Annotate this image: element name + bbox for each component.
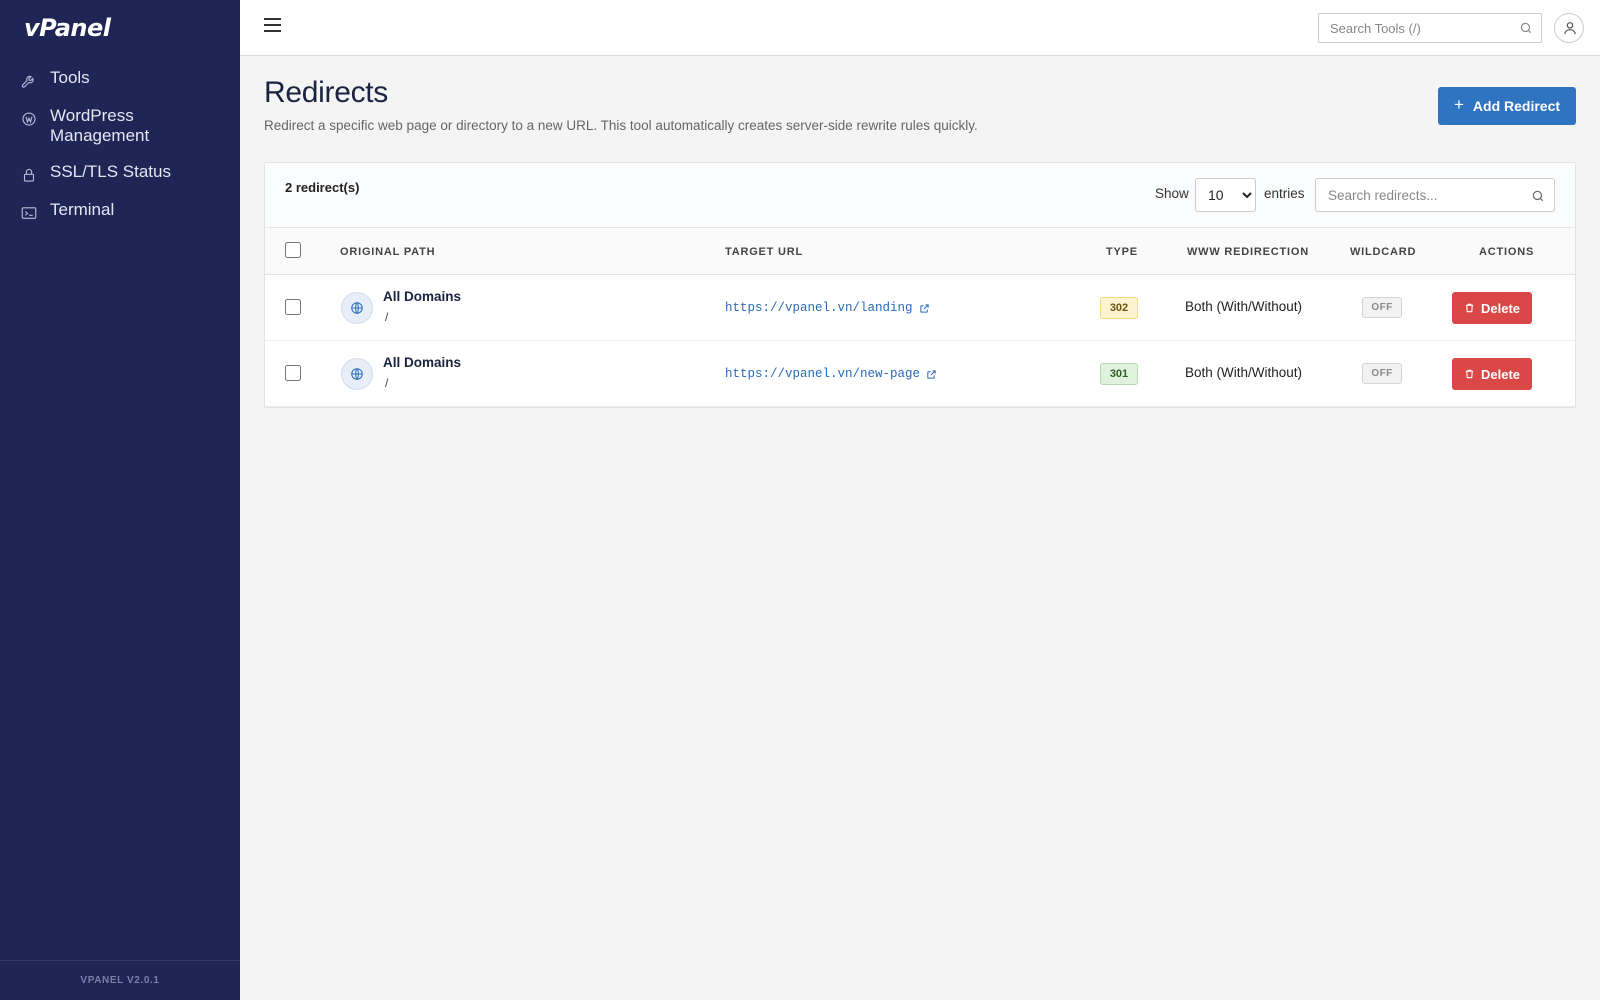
user-icon [1564,22,1576,35]
www-redirection-value: Both (With/Without) [1185,365,1303,380]
select-all-checkbox[interactable] [285,242,301,258]
page-title: Redirects [264,76,389,109]
row-path: / [385,376,389,390]
col-www-redirection: WWW REDIRECTION [1187,246,1309,258]
delete-label: Delete [1480,366,1521,382]
col-wildcard: WILDCARD [1350,246,1417,258]
trash-icon [1465,303,1474,313]
vpanel-logo[interactable]: vPanel [24,14,111,42]
wildcard-badge: OFF [1362,363,1402,384]
entries-select[interactable]: 10 [1195,178,1256,212]
table-row: All Domains / https://vpanel.vn/landing … [265,275,1575,341]
delete-label: Delete [1480,300,1521,316]
lock-icon [20,166,38,184]
target-url-text: https://vpanel.vn/new-page [725,367,921,381]
col-actions: ACTIONS [1479,246,1535,258]
version-label: VPANEL V2.0.1 [0,960,240,1000]
card-header: 2 redirect(s) Show 10 entries [265,163,1575,228]
page-description: Redirect a specific web page or director… [264,118,978,133]
delete-button[interactable]: Delete [1452,358,1532,390]
target-url-link[interactable]: https://vpanel.vn/new-page [725,367,937,381]
plus-icon: + [1453,95,1464,114]
www-redirection-value: Both (With/Without) [1185,299,1303,314]
tool-search-input[interactable] [1319,14,1509,42]
delete-button[interactable]: Delete [1452,292,1532,324]
redirect-count: 2 redirect(s) [285,180,360,195]
type-badge: 302 [1100,297,1138,319]
target-url-text: https://vpanel.vn/landing [725,301,913,315]
sidebar-item-ssl-tls-status[interactable]: SSL/TLS Status [0,158,240,188]
topbar [240,0,1600,56]
row-domain: All Domains [383,289,462,304]
row-checkbox[interactable] [285,365,301,381]
entries-label: entries [1264,186,1305,201]
sidebar-item-tools[interactable]: Tools [0,64,240,94]
sidebar-item-label: SSL/TLS Status [50,162,171,181]
sidebar: vPanel Tools WordPress Management SSL/TL… [0,0,240,1000]
table-header: ORIGINAL PATH TARGET URL TYPE WWW REDIRE… [265,228,1575,275]
show-label: Show [1155,186,1189,201]
redirect-search-box [1315,178,1555,212]
wordpress-icon [20,110,38,128]
col-original-path: ORIGINAL PATH [340,246,436,258]
type-badge: 301 [1100,363,1138,385]
add-redirect-label: Add Redirect [1472,98,1561,114]
add-redirect-button[interactable]: + Add Redirect [1438,87,1576,125]
globe-icon [341,292,373,324]
terminal-icon [20,204,38,222]
tool-search-box [1318,13,1542,43]
user-menu-button[interactable] [1554,13,1584,43]
sidebar-item-label: Terminal [50,200,115,219]
external-link-icon [927,369,936,379]
redirect-search-input[interactable] [1316,179,1516,211]
table-row: All Domains / https://vpanel.vn/new-page… [265,341,1575,407]
target-url-link[interactable]: https://vpanel.vn/landing [725,301,930,315]
sidebar-item-terminal[interactable]: Terminal [0,196,240,226]
wrench-icon [20,72,38,90]
search-icon[interactable] [1519,21,1533,35]
menu-toggle-icon[interactable] [264,18,282,36]
sidebar-item-label: WordPress Management [50,106,150,145]
row-domain: All Domains [383,355,462,370]
row-path: / [385,310,389,324]
globe-icon [341,358,373,390]
redirects-card: 2 redirect(s) Show 10 entries ORIGINAL P… [264,162,1576,408]
sidebar-item-wordpress-management[interactable]: WordPress Management [0,102,240,150]
search-icon[interactable] [1531,189,1545,203]
trash-icon [1465,369,1474,379]
external-link-icon [919,303,929,313]
col-target-url: TARGET URL [725,246,804,258]
wildcard-badge: OFF [1362,297,1402,318]
row-checkbox[interactable] [285,299,301,315]
col-type: TYPE [1106,246,1138,258]
sidebar-item-label: Tools [50,68,90,87]
sidebar-nav: Tools WordPress Management SSL/TLS Statu… [0,64,240,234]
